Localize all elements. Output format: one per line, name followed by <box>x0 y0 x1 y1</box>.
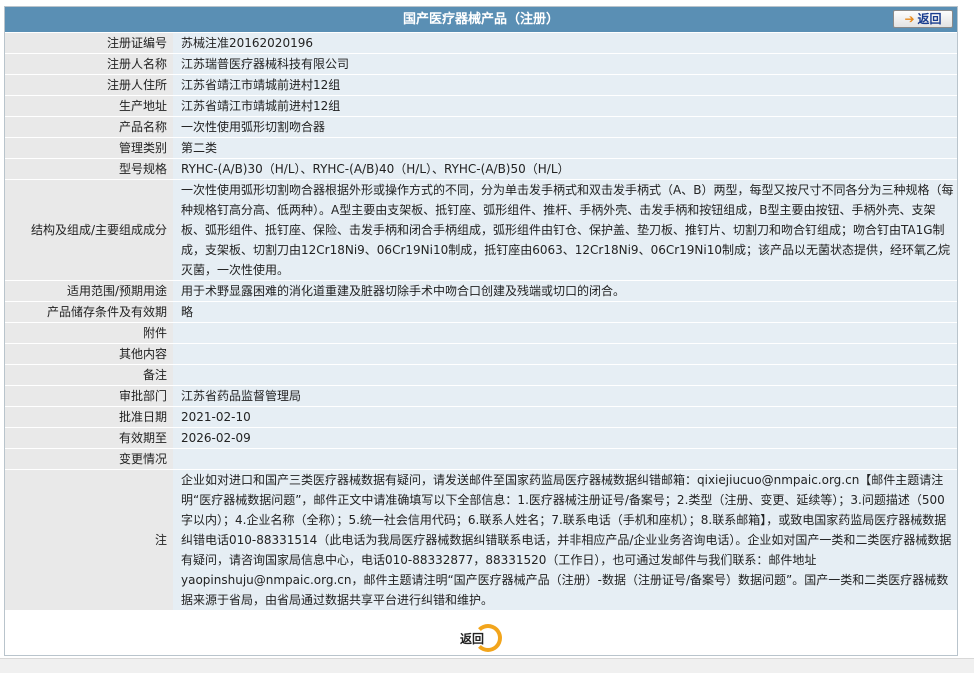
row-value <box>173 364 957 386</box>
row-label: 型号规格 <box>5 158 173 180</box>
row-label: 附件 <box>5 322 173 344</box>
row-label: 结构及组成/主要组成成分 <box>5 179 173 281</box>
arrow-right-icon: ➔ <box>904 12 915 26</box>
back-button-bottom-label: 返回 <box>460 632 485 646</box>
row-value: RYHC-(A/B)30（H/L）、RYHC-(A/B)40（H/L）、RYHC… <box>173 158 957 180</box>
row-value: 一次性使用弧形切割吻合器根据外形或操作方式的不同，分为单击发手柄式和双击发手柄式… <box>173 179 957 281</box>
table-row: 生产地址 江苏省靖江市靖城前进村12组 <box>5 95 957 117</box>
row-value: 略 <box>173 301 957 323</box>
page-bottom-bar <box>0 658 974 673</box>
row-label: 备注 <box>5 364 173 386</box>
title-bar: 国产医疗器械产品（注册） ➔ 返回 <box>5 7 957 32</box>
table-row: 管理类别 第二类 <box>5 137 957 159</box>
page-title: 国产医疗器械产品（注册） <box>402 12 559 27</box>
row-label: 管理类别 <box>5 137 173 159</box>
row-label: 产品储存条件及有效期 <box>5 301 173 323</box>
row-label: 产品名称 <box>5 116 173 138</box>
row-value: 第二类 <box>173 137 957 159</box>
row-label: 适用范围/预期用途 <box>5 280 173 302</box>
back-button-label: 返回 <box>917 12 942 26</box>
table-row: 结构及组成/主要组成成分 一次性使用弧形切割吻合器根据外形或操作方式的不同，分为… <box>5 179 957 281</box>
row-label: 其他内容 <box>5 343 173 365</box>
row-value: 2026-02-09 <box>173 427 957 449</box>
row-value: 江苏瑞普医疗器械科技有限公司 <box>173 53 957 75</box>
row-label: 注册证编号 <box>5 33 173 54</box>
table-row: 其他内容 <box>5 343 957 365</box>
row-label: 有效期至 <box>5 427 173 449</box>
row-value <box>173 448 957 470</box>
row-label: 注册人名称 <box>5 53 173 75</box>
row-value: 江苏省药品监督管理局 <box>173 385 957 407</box>
row-label: 变更情况 <box>5 448 173 470</box>
table-row: 注册人名称 江苏瑞普医疗器械科技有限公司 <box>5 53 957 75</box>
row-value: 江苏省靖江市靖城前进村12组 <box>173 95 957 117</box>
table-row: 有效期至 2026-02-09 <box>5 427 957 449</box>
table-row: 审批部门 江苏省药品监督管理局 <box>5 385 957 407</box>
back-button-bottom[interactable]: 返回 <box>460 623 506 653</box>
note-label: 注 <box>5 469 173 611</box>
row-value: 2021-02-10 <box>173 406 957 428</box>
table-row-note: 注 企业如对进口和国产三类医疗器械数据有疑问，请发送邮件至国家药监局医疗器械数据… <box>5 469 957 611</box>
table-row: 批准日期 2021-02-10 <box>5 406 957 428</box>
row-value <box>173 322 957 344</box>
detail-table: 注册证编号 苏械注准20162020196 注册人名称 江苏瑞普医疗器械科技有限… <box>5 33 957 611</box>
table-row: 注册证编号 苏械注准20162020196 <box>5 33 957 54</box>
table-row: 注册人住所 江苏省靖江市靖城前进村12组 <box>5 74 957 96</box>
row-label: 批准日期 <box>5 406 173 428</box>
table-row: 适用范围/预期用途 用于术野显露困难的消化道重建及脏器切除手术中吻合口创建及残端… <box>5 280 957 302</box>
row-value: 一次性使用弧形切割吻合器 <box>173 116 957 138</box>
table-row: 备注 <box>5 364 957 386</box>
row-label: 生产地址 <box>5 95 173 117</box>
row-value: 江苏省靖江市靖城前进村12组 <box>173 74 957 96</box>
row-value: 用于术野显露困难的消化道重建及脏器切除手术中吻合口创建及残端或切口的闭合。 <box>173 280 957 302</box>
row-label: 审批部门 <box>5 385 173 407</box>
table-row: 产品储存条件及有效期 略 <box>5 301 957 323</box>
row-label: 注册人住所 <box>5 74 173 96</box>
table-row: 附件 <box>5 322 957 344</box>
row-value <box>173 343 957 365</box>
table-row: 产品名称 一次性使用弧形切割吻合器 <box>5 116 957 138</box>
table-row: 变更情况 <box>5 448 957 470</box>
table-row: 型号规格 RYHC-(A/B)30（H/L）、RYHC-(A/B)40（H/L）… <box>5 158 957 180</box>
detail-panel: 国产医疗器械产品（注册） ➔ 返回 注册证编号 苏械注准20162020196 注… <box>4 6 958 656</box>
back-button-top[interactable]: ➔ 返回 <box>893 10 953 28</box>
row-value: 苏械注准20162020196 <box>173 33 957 54</box>
note-text: 企业如对进口和国产三类医疗器械数据有疑问，请发送邮件至国家药监局医疗器械数据纠错… <box>173 469 957 611</box>
